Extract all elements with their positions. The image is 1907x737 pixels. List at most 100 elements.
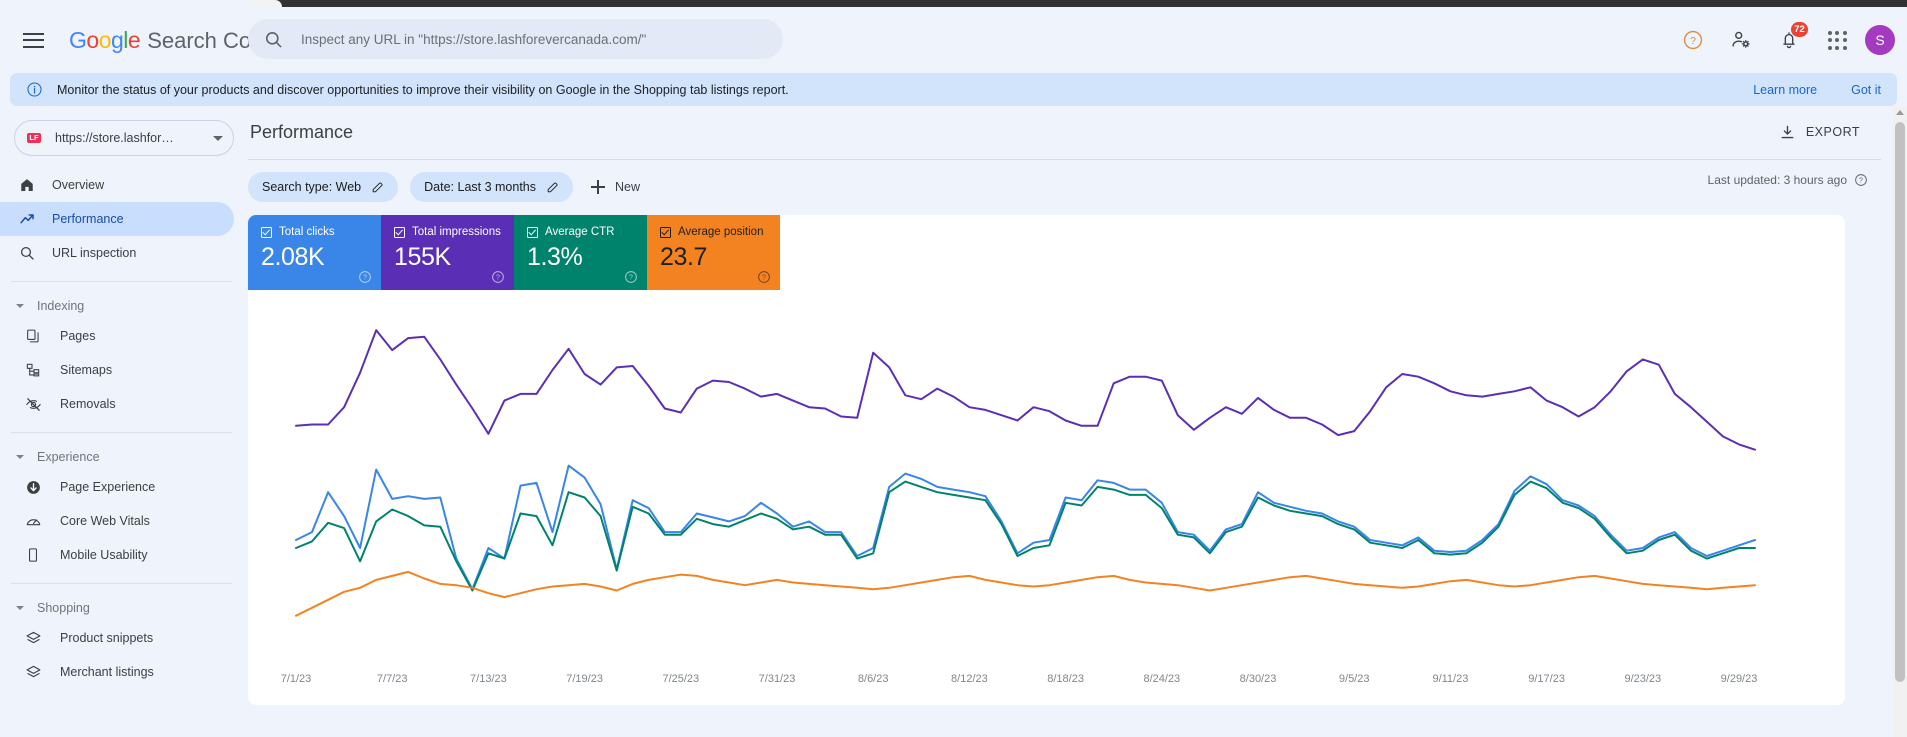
sidebar-item-label: URL inspection [52,246,137,260]
avatar[interactable]: S [1865,25,1895,55]
google-wordmark: Google [69,26,141,53]
url-inspection-search[interactable] [248,19,783,59]
filter-chip-label: Search type: Web [262,180,362,194]
apps-grid-icon[interactable] [1817,20,1857,60]
export-label: EXPORT [1805,125,1860,139]
sidebar-item-label: Merchant listings [60,665,154,679]
chart-series-line [295,480,1756,592]
x-axis-tick-label: 7/25/23 [662,673,700,685]
gauge-icon [22,513,44,530]
sidebar-item-mobile-usability[interactable]: Mobile Usability [0,538,234,572]
sidebar-item-label: Core Web Vitals [60,514,150,528]
performance-card: Total clicks 2.08K ? Total impressions 1… [248,215,1845,705]
metric-name: Total impressions [412,226,501,238]
nav-group-label: Shopping [37,601,90,615]
metric-tile-total-clicks[interactable]: Total clicks 2.08K ? [248,215,381,290]
sidebar-item-core-web-vitals[interactable]: Core Web Vitals [0,504,234,538]
help-circle-icon[interactable]: ? [624,270,638,284]
search-input[interactable] [301,31,751,47]
page-scrollbar[interactable] [1893,106,1907,737]
metric-checkbox-icon[interactable] [261,226,272,238]
property-label: https://store.lashfor… [55,131,174,145]
x-axis-tick-label: 7/13/23 [470,673,507,685]
metric-tile-total-impressions[interactable]: Total impressions 155K ? [381,215,514,290]
hamburger-menu-icon[interactable] [9,16,57,64]
x-axis-tick-label: 8/12/23 [951,673,988,685]
nav-divider [11,583,232,584]
metric-value: 155K [394,243,451,271]
nav-group-experience[interactable]: Experience [0,444,248,470]
svg-text:?: ? [629,275,633,282]
metric-tile-average-ctr[interactable]: Average CTR 1.3% ? [514,215,647,290]
home-icon [16,177,38,193]
metric-checkbox-icon[interactable] [527,226,538,238]
sidebar-item-sitemaps[interactable]: Sitemaps [0,353,234,387]
pages-icon [22,328,44,344]
trending-up-icon [16,211,38,228]
sidebar-item-page-experience[interactable]: Page Experience [0,470,234,504]
metric-value: 1.3% [527,243,583,271]
x-axis-tick-label: 8/18/23 [1047,673,1084,685]
new-filter-button[interactable]: New [585,172,652,202]
x-axis-tick-label: 7/7/23 [376,673,408,685]
pencil-icon [372,181,383,192]
sidebar-item-label: Page Experience [60,480,156,494]
last-updated: Last updated: 3 hours ago ? [1708,173,1868,187]
browser-chrome-strip [0,0,1907,7]
got-it-button[interactable]: Got it [1851,83,1881,97]
property-selector[interactable]: LF https://store.lashfor… [14,120,234,156]
x-axis-tick-label: 9/17/23 [1528,673,1565,685]
banner-message: Monitor the status of your products and … [57,82,789,97]
svg-text:?: ? [762,275,766,282]
sidebar-item-overview[interactable]: Overview [0,168,234,202]
eye-off-icon [22,396,44,413]
chart-lines [295,329,1756,617]
caret-down-icon [16,606,24,610]
sidebar-item-url-inspection[interactable]: URL inspection [0,236,234,270]
caret-down-icon [16,304,24,308]
help-circle-icon[interactable]: ? [757,270,771,284]
new-filter-label: New [615,180,641,194]
sidebar-item-performance[interactable]: Performance [0,202,234,236]
scrollbar-thumb[interactable] [1895,122,1905,682]
help-circle-icon[interactable]: ? [1854,173,1868,187]
shopping-info-banner: Monitor the status of your products and … [10,73,1897,106]
nav-group-indexing[interactable]: Indexing [0,293,248,319]
filter-chip-date[interactable]: Date: Last 3 months [410,172,574,202]
filter-chip-search-type[interactable]: Search type: Web [248,172,399,202]
help-circle-icon[interactable]: ? [1673,20,1713,60]
sidebar-item-pages[interactable]: Pages [0,319,234,353]
sidebar-item-product-snippets[interactable]: Product snippets [0,621,234,655]
x-axis-tick-label: 9/29/23 [1720,673,1758,685]
chart-series-line [295,329,1756,451]
x-axis-tick-label: 8/6/23 [857,673,889,685]
primary-nav: Overview Performance URL inspection [0,168,248,270]
scroll-up-arrow-icon[interactable] [1896,110,1904,115]
notifications-bell-icon[interactable]: 72 [1769,20,1809,60]
metric-value: 23.7 [660,243,708,271]
metric-tile-average-position[interactable]: Average position 23.7 ? [647,215,780,290]
metric-value: 2.08K [261,243,325,271]
sidebar-item-label: Sitemaps [60,363,113,377]
layers-icon [22,630,44,647]
sidebar-item-label: Pages [60,329,96,343]
svg-text:?: ? [1859,178,1863,185]
sidebar-item-label: Mobile Usability [60,548,148,562]
metric-checkbox-icon[interactable] [394,226,405,238]
sidebar-item-label: Product snippets [60,631,154,645]
help-circle-icon[interactable]: ? [491,270,505,284]
performance-chart[interactable]: 7/1/23 7/7/23 7/13/23 7/19/23 7/25/23 7/31/23… [248,290,1845,705]
help-circle-icon[interactable]: ? [358,270,372,284]
sidebar-item-merchant-listings[interactable]: Merchant listings [0,655,234,689]
download-icon [1781,125,1794,138]
search-icon [16,245,38,261]
nav-group-shopping[interactable]: Shopping [0,595,248,621]
person-gear-icon[interactable] [1721,20,1761,60]
learn-more-link[interactable]: Learn more [1753,83,1817,97]
sidebar-item-removals[interactable]: Removals [0,387,234,421]
info-circle-icon [27,82,42,97]
metric-checkbox-icon[interactable] [660,226,671,238]
export-button[interactable]: EXPORT [1771,116,1868,148]
page-header: Performance EXPORT [248,106,1907,160]
nav-divider [11,281,232,282]
